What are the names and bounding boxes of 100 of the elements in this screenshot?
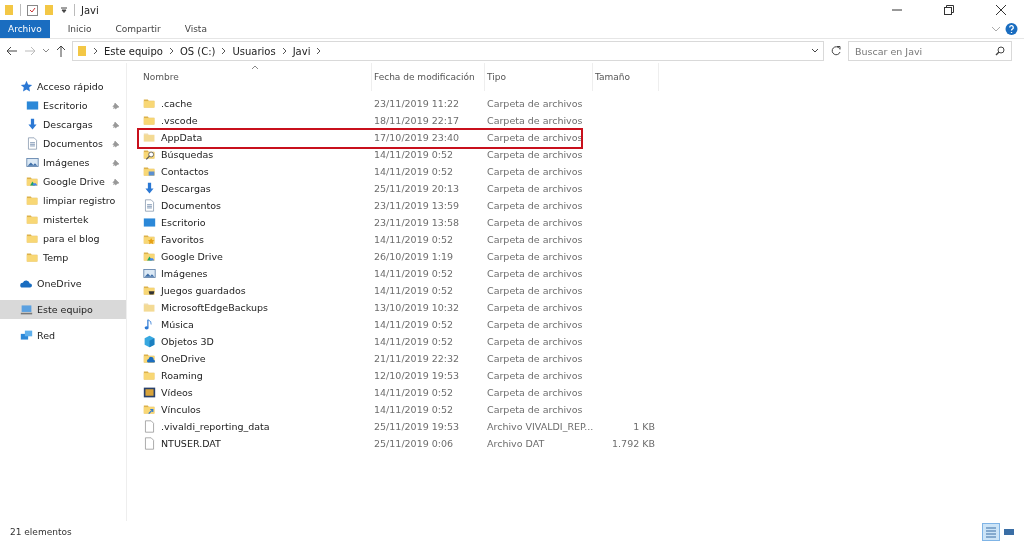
chevron-right-icon [221, 47, 227, 55]
sidebar-item[interactable]: mistertek [0, 210, 126, 229]
date-cell-text: 14/11/2019 0:52 [373, 404, 455, 415]
item-count: 21 elementos [10, 527, 72, 537]
pin-icon[interactable] [112, 158, 120, 167]
name-cell[interactable]: AppData [141, 131, 372, 144]
type-cell-text: Carpeta de archivos [486, 387, 584, 398]
name-cell[interactable]: Roaming [141, 369, 372, 382]
date-cell-text: 23/11/2019 11:22 [373, 98, 461, 109]
type-cell-text: Carpeta de archivos [486, 200, 584, 211]
picture-icon [26, 156, 39, 169]
breadcrumb[interactable]: OS (C:) [179, 45, 216, 57]
size-cell-text: 1 KB [632, 421, 656, 432]
name-cell[interactable]: Imágenes [141, 267, 372, 280]
breadcrumb[interactable]: Este equipo [104, 45, 163, 57]
date-cell-text: 14/11/2019 0:52 [373, 336, 455, 347]
type-cell-text: Carpeta de archivos [486, 217, 584, 228]
ribbon-tab[interactable]: Vista [172, 20, 219, 38]
close-icon[interactable] [996, 5, 1006, 15]
sidebar-item[interactable]: Descargas [0, 115, 126, 134]
restore-icon[interactable] [944, 5, 954, 15]
film-icon [143, 386, 156, 399]
sidebar-item[interactable]: OneDrive [0, 274, 126, 293]
column-header[interactable]: Fecha de modificación [372, 63, 485, 91]
name-cell[interactable]: Descargas [141, 182, 372, 195]
name-cell[interactable]: Juegos guardados [141, 284, 372, 297]
sidebar-item[interactable]: Red [0, 326, 126, 345]
dropdown-icon[interactable] [60, 6, 68, 14]
name-cell[interactable]: OneDrive [141, 352, 372, 365]
date-cell-text: 25/11/2019 20:13 [373, 183, 461, 194]
name-cell[interactable]: .vivaldi_reporting_data [141, 420, 372, 433]
file-icon [143, 437, 156, 450]
gamepad-folder-icon [143, 284, 156, 297]
sidebar-item[interactable]: Este equipo [0, 300, 126, 319]
sidebar-item[interactable]: Temp [0, 248, 126, 267]
column-header[interactable]: Tamaño [593, 63, 659, 91]
folder-icon [143, 97, 156, 110]
properties-icon[interactable] [27, 4, 38, 16]
name-cell[interactable]: Música [141, 318, 372, 331]
name-cell[interactable]: Google Drive [141, 250, 372, 263]
desktop-icon [26, 99, 39, 112]
drive-folder-icon [26, 175, 39, 188]
sidebar-item[interactable]: Acceso rápido [0, 77, 126, 96]
name-cell[interactable]: Favoritos [141, 233, 372, 246]
star-icon [20, 80, 33, 93]
up-arrow-icon[interactable] [56, 45, 66, 57]
pin-icon[interactable] [112, 139, 120, 148]
search-field[interactable]: Buscar en Javi [848, 41, 1012, 61]
date-cell-text: 14/11/2019 0:52 [373, 234, 455, 245]
ribbon-tab[interactable]: Archivo [0, 20, 50, 38]
window-title: Javi [81, 4, 99, 16]
chevron-right-icon [168, 47, 174, 55]
sidebar-item[interactable]: para el blog [0, 229, 126, 248]
faded-folder-icon [143, 131, 156, 144]
sidebar-item[interactable]: Google Drive [0, 172, 126, 191]
date-cell-text: 14/11/2019 0:52 [373, 387, 455, 398]
date-cell-text: 23/11/2019 13:59 [373, 200, 461, 211]
sidebar-item[interactable]: Documentos [0, 134, 126, 153]
sidebar-item[interactable]: Escritorio [0, 96, 126, 115]
type-cell-text: Carpeta de archivos [486, 234, 584, 245]
back-arrow-icon[interactable] [6, 46, 18, 56]
document-icon [143, 199, 156, 212]
type-cell-text: Archivo VIVALDI_REP... [486, 421, 593, 432]
name-cell[interactable]: Vídeos [141, 386, 372, 399]
name-cell[interactable]: Objetos 3D [141, 335, 372, 348]
name-cell[interactable]: Documentos [141, 199, 372, 212]
document-icon [26, 137, 39, 150]
column-header[interactable]: Nombre [141, 63, 372, 91]
pin-icon[interactable] [112, 101, 120, 110]
name-cell[interactable]: Búsquedas [141, 148, 372, 161]
forward-arrow-icon[interactable] [24, 46, 36, 56]
name-cell[interactable]: Vínculos [141, 403, 372, 416]
pin-icon[interactable] [112, 120, 120, 129]
date-cell-text: 14/11/2019 0:52 [373, 166, 455, 177]
sidebar-item[interactable]: limpiar registro [0, 191, 126, 210]
type-cell-text: Carpeta de archivos [486, 115, 584, 126]
date-cell-text: 13/10/2019 10:32 [373, 302, 461, 313]
type-cell-text: Carpeta de archivos [486, 98, 584, 109]
ribbon-tab[interactable]: Compartir [103, 20, 173, 38]
size-cell-text: 1.792 KB [611, 438, 656, 449]
name-cell[interactable]: NTUSER.DAT [141, 437, 372, 450]
network-icon [20, 329, 33, 342]
breadcrumb[interactable]: Usuarios [232, 45, 276, 57]
name-cell[interactable]: .vscode [141, 114, 372, 127]
pin-icon[interactable] [112, 177, 120, 186]
name-cell[interactable]: Contactos [141, 165, 372, 178]
name-cell[interactable]: Escritorio [141, 216, 372, 229]
address-bar[interactable]: Este equipo OS (C:) Usuarios Javi [72, 41, 824, 61]
ribbon-tab[interactable]: Inicio [55, 20, 104, 38]
breadcrumb[interactable]: Javi [292, 45, 311, 57]
name-cell[interactable]: .cache [141, 97, 372, 110]
sidebar-item[interactable]: Imágenes [0, 153, 126, 172]
chevron-down-icon[interactable] [811, 48, 819, 54]
refresh-icon[interactable] [830, 45, 842, 57]
column-header[interactable]: Tipo [485, 63, 593, 91]
help-icon[interactable] [1005, 20, 1018, 38]
type-cell-text: Archivo DAT [486, 438, 546, 449]
search-icon [995, 46, 1005, 56]
date-cell-text: 26/10/2019 1:19 [373, 251, 455, 262]
name-cell[interactable]: MicrosoftEdgeBackups [141, 301, 372, 314]
